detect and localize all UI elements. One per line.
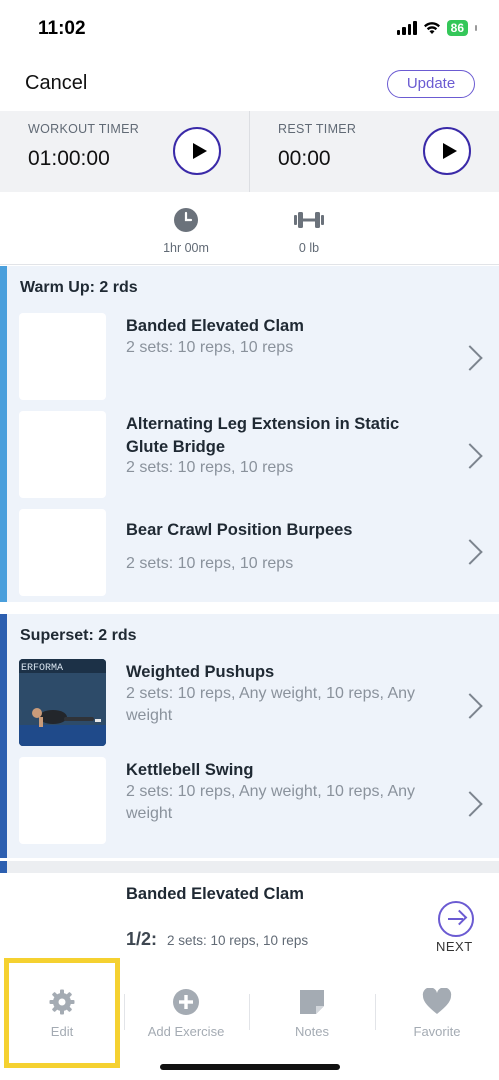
current-exercise-name: Banded Elevated Clam	[126, 885, 304, 903]
exercise-detail: 2 sets: 10 reps, Any weight, 10 reps, An…	[126, 783, 416, 822]
exercise-detail: 2 sets: 10 reps, Any weight, 10 reps, An…	[126, 685, 416, 724]
chevron-right-icon	[457, 443, 483, 469]
exercise-thumbnail	[19, 411, 106, 498]
exercise-thumbnail	[19, 509, 106, 596]
timers-panel: WORKOUT TIMER 01:00:00 REST TIMER 00:00	[0, 111, 499, 192]
chevron-right-icon	[457, 791, 483, 817]
exercise-item[interactable]: Alternating Leg Extension in Static Glut…	[0, 411, 499, 503]
rest-play-button[interactable]	[423, 127, 471, 175]
section-title: Warm Up: 2 rds	[20, 279, 138, 296]
superset-section: Superset: 2 rds ERFORMA Weighted Pushups…	[0, 614, 499, 858]
exercise-detail: 2 sets: 10 reps, 10 reps	[126, 459, 294, 476]
chevron-right-icon	[457, 539, 483, 565]
header: Cancel Update	[0, 62, 499, 110]
exercise-name: Kettlebell Swing	[126, 761, 254, 779]
exercise-detail: 2 sets: 10 reps, 10 reps	[126, 555, 294, 572]
cancel-button[interactable]: Cancel	[25, 72, 87, 95]
status-bar: 11:02 86	[0, 0, 499, 60]
exercise-name: Banded Elevated Clam	[126, 317, 304, 335]
warm-up-section: Warm Up: 2 rds Banded Elevated Clam 2 se…	[0, 266, 499, 602]
tab-favorite[interactable]: Favorite	[375, 988, 499, 1039]
workout-stats: 1hr 00m 0 lb	[0, 193, 499, 265]
battery-tip	[475, 25, 477, 31]
section-title: Superset: 2 rds	[20, 627, 137, 644]
thumb-text: ERFORMA	[21, 663, 63, 674]
exercise-item[interactable]: Kettlebell Swing 2 sets: 10 reps, Any we…	[0, 757, 499, 849]
chevron-right-icon	[457, 345, 483, 371]
clock-icon	[174, 208, 198, 232]
dumbbell-icon	[294, 212, 324, 228]
wifi-icon	[423, 22, 440, 34]
weight-value: 0 lb	[298, 241, 320, 255]
set-counter: 1/2:	[126, 929, 158, 949]
exercise-thumbnail: ERFORMA	[19, 659, 106, 746]
tab-label: Notes	[295, 1024, 329, 1039]
exercise-item[interactable]: Bear Crawl Position Burpees 2 sets: 10 r…	[0, 509, 499, 601]
workout-play-button[interactable]	[173, 127, 221, 175]
exercise-detail: 2 sets: 10 reps, 10 reps	[126, 339, 294, 356]
plus-circle-icon	[173, 989, 199, 1015]
chevron-right-icon	[457, 693, 483, 719]
update-button[interactable]: Update	[387, 70, 475, 98]
note-icon	[300, 990, 324, 1014]
rest-timer-label: REST TIMER	[278, 122, 357, 136]
exercise-item[interactable]: Banded Elevated Clam 2 sets: 10 reps, 10…	[0, 313, 499, 405]
tab-add-exercise[interactable]: Add Exercise	[124, 988, 248, 1039]
workout-timer-value: 01:00:00	[28, 147, 110, 170]
current-exercise-detail: 2 sets: 10 reps, 10 reps	[167, 933, 309, 948]
workout-timer: WORKOUT TIMER 01:00:00	[0, 111, 249, 192]
signal-icon	[396, 21, 417, 35]
rest-timer: REST TIMER 00:00	[249, 111, 498, 192]
battery-indicator: 86	[446, 20, 468, 36]
exercise-name: Alternating Leg Extension in Static Glut…	[126, 415, 400, 456]
section-color-bar	[0, 861, 7, 873]
duration-stat: 1hr 00m	[146, 207, 226, 255]
tab-label: Add Exercise	[147, 1024, 225, 1039]
exercise-name: Weighted Pushups	[126, 663, 275, 681]
exercise-thumbnail	[19, 757, 106, 844]
workout-timer-label: WORKOUT TIMER	[28, 122, 140, 136]
exercise-thumbnail	[19, 313, 106, 400]
next-button-label[interactable]: NEXT	[436, 939, 473, 954]
home-indicator	[160, 1064, 340, 1070]
next-arrow-icon[interactable]	[438, 901, 474, 937]
heart-icon	[422, 988, 452, 1014]
edit-highlight-box	[4, 958, 120, 1068]
next-section-peek	[0, 861, 499, 873]
tab-label: Favorite	[413, 1024, 461, 1039]
exercise-item[interactable]: ERFORMA Weighted Pushups 2 sets: 10 reps…	[0, 659, 499, 751]
status-time: 11:02	[38, 18, 86, 39]
tab-notes[interactable]: Notes	[250, 988, 374, 1039]
weight-stat: 0 lb	[269, 207, 349, 255]
rest-timer-value: 00:00	[278, 147, 331, 170]
current-exercise-panel: Banded Elevated Clam 1/2: 2 sets: 10 rep…	[0, 873, 499, 958]
bottom-tab-bar: Edit Add Exercise Notes Favorite	[0, 958, 499, 1080]
status-icons: 86	[396, 20, 477, 36]
duration-value: 1hr 00m	[163, 241, 209, 255]
exercise-name: Bear Crawl Position Burpees	[126, 521, 353, 539]
pushup-photo: ERFORMA	[19, 659, 106, 746]
